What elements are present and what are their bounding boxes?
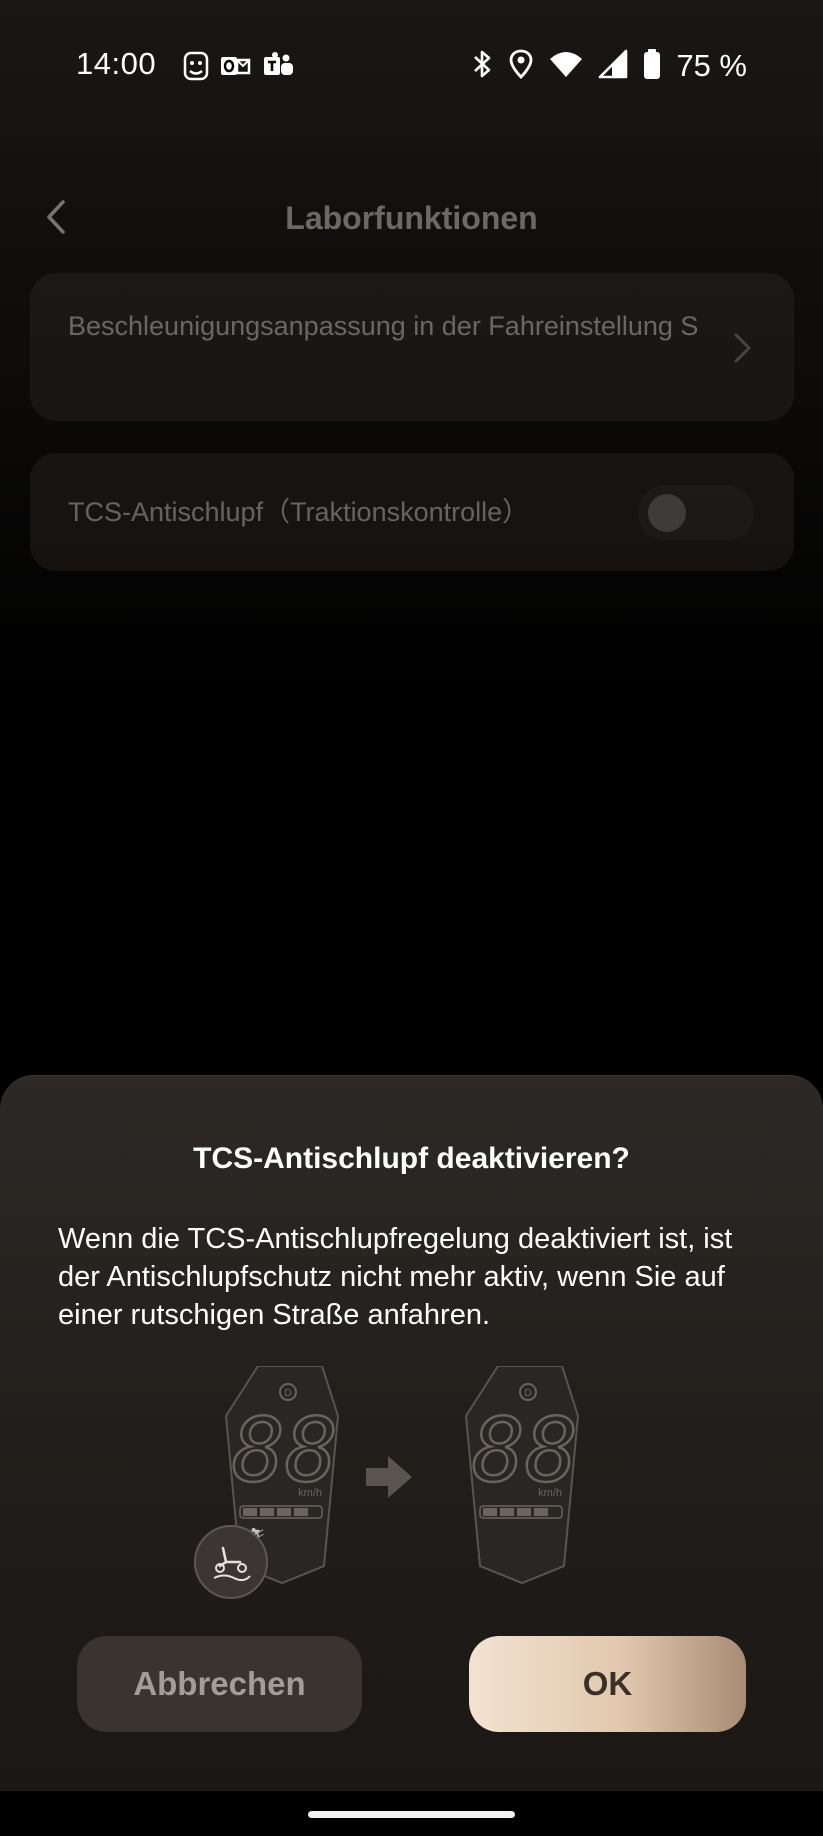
status-time: 14:00 xyxy=(76,46,157,81)
page-title: Laborfunktionen xyxy=(285,200,538,236)
app-header: Laborfunktionen xyxy=(0,170,823,270)
status-bar: 14:00 75 % xyxy=(0,0,823,130)
screen: 14:00 75 % Laborfunktionen Beschleunigun… xyxy=(0,0,823,1836)
mode-badge: D xyxy=(284,1388,291,1399)
display-digits: 88 xyxy=(472,1399,578,1502)
tcs-toggle[interactable] xyxy=(638,485,754,541)
confirm-dialog: TCS-Antischlupf deaktivieren? Wenn die T… xyxy=(0,1075,823,1791)
tcs-scooter-icon xyxy=(194,1525,268,1599)
mode-badge: D xyxy=(524,1388,531,1399)
battery-percent: 75 % xyxy=(676,48,747,83)
lion-app-icon xyxy=(180,50,212,82)
display-digits: 88 xyxy=(232,1399,338,1502)
setting-tcs-traction-control: TCS-Antischlupf（Traktionskontrolle） xyxy=(30,453,794,571)
navigation-bar xyxy=(0,1791,823,1836)
location-icon xyxy=(508,48,534,85)
ok-button[interactable]: OK xyxy=(469,1636,746,1732)
dialog-title: TCS-Antischlupf deaktivieren? xyxy=(193,1142,630,1175)
speed-unit: km/h xyxy=(298,1487,322,1499)
teams-icon xyxy=(262,50,294,82)
setting-label: Beschleunigungsanpassung in der Fahreins… xyxy=(68,311,699,341)
bluetooth-icon xyxy=(470,48,494,85)
chevron-right-icon xyxy=(734,333,751,363)
arrow-right-icon xyxy=(366,1456,412,1498)
setting-label: TCS-Antischlupf（Traktionskontrolle） xyxy=(68,497,530,527)
wifi-icon xyxy=(548,48,584,85)
toggle-knob xyxy=(648,494,686,532)
system-icons: 75 % xyxy=(470,46,747,86)
signal-icon xyxy=(598,48,628,85)
battery-icon xyxy=(642,48,662,85)
setting-acceleration-adjustment[interactable]: Beschleunigungsanpassung in der Fahreins… xyxy=(30,273,794,421)
cancel-button[interactable]: Abbrechen xyxy=(77,1636,362,1732)
dashboard-illustration: D 88 km/h ⛷ D 88 km/h xyxy=(194,1366,579,1599)
outlook-icon xyxy=(219,50,251,82)
settings-page: Laborfunktionen Beschleunigungsanpassung… xyxy=(0,130,823,930)
dialog-message: Wenn die TCS-Antischlupfregelung deaktiv… xyxy=(58,1223,733,1331)
display-after: D 88 km/h xyxy=(464,1366,579,1585)
speed-unit: km/h xyxy=(538,1487,562,1499)
home-gesture-handle[interactable] xyxy=(308,1811,515,1818)
